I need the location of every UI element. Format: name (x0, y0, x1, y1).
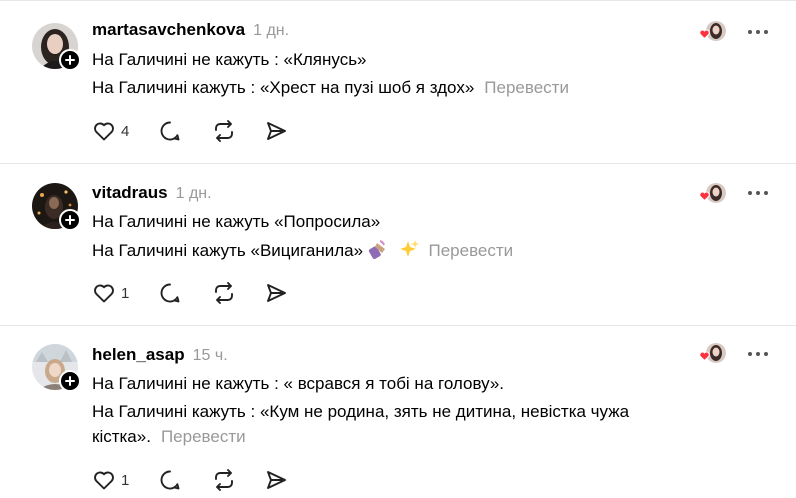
repost-button[interactable] (212, 467, 236, 493)
repost-button[interactable] (212, 280, 236, 306)
timestamp[interactable]: 15 ч. (193, 347, 228, 365)
liked-by-avatar-heart-icon (699, 183, 726, 203)
more-horizontal-icon (748, 191, 768, 195)
post-header: helen_asap 15 ч. (92, 345, 228, 369)
post-text-line: На Галичині не кажуть : «Клянусь» (92, 50, 367, 69)
more-button[interactable] (744, 344, 772, 364)
post-helen_asap: helen_asap 15 ч. На Галичині не кажуть :… (0, 325, 796, 498)
like-button[interactable]: 1 (92, 280, 129, 306)
username[interactable]: martasavchenkova (92, 20, 245, 40)
send-icon (267, 122, 286, 140)
username[interactable]: vitadraus (92, 183, 168, 203)
share-button[interactable] (264, 118, 288, 144)
liked-by-avatar-heart-icon (699, 21, 726, 41)
like-button[interactable]: 4 (92, 118, 129, 144)
post-text-line-with-translate: кістка». Перевести (92, 426, 246, 448)
follow-button[interactable] (59, 49, 81, 71)
avatar-container (32, 23, 81, 71)
reply-button[interactable] (158, 467, 182, 493)
translate-link[interactable]: Перевести (161, 427, 246, 446)
send-icon (267, 471, 286, 489)
plus-icon (65, 215, 75, 225)
like-count: 4 (121, 122, 130, 140)
follow-button[interactable] (59, 370, 81, 392)
follow-button[interactable] (59, 209, 81, 231)
repost-icon (215, 120, 233, 142)
post-header: vitadraus 1 дн. (92, 183, 212, 207)
post-text-line: кістка». (92, 427, 151, 446)
avatar-container (32, 183, 81, 231)
post-vitadraus: vitadraus 1 дн. На Галичині не кажуть «П… (0, 163, 796, 325)
heart-icon (94, 284, 114, 303)
action-bar: 1 (92, 280, 332, 306)
liked-by-indicator[interactable] (698, 342, 728, 366)
translate-link[interactable]: Перевести (429, 241, 514, 260)
post-martasavchenkova: martasavchenkova 1 дн. На Галичині не ка… (0, 0, 796, 163)
post-text-line: На Галичині кажуть : «Кум не родина, зят… (92, 402, 630, 421)
comment-icon (160, 283, 180, 303)
share-button[interactable] (264, 280, 288, 306)
more-button[interactable] (744, 22, 772, 42)
liked-by-indicator[interactable] (698, 20, 728, 44)
post-text-line: На Галичині кажуть «Вициганила» (92, 241, 364, 260)
share-button[interactable] (264, 467, 288, 493)
post-text-line-with-translate: На Галичині кажуть «Вициганила» Перевест… (92, 239, 513, 262)
liked-by-avatar-heart-icon (699, 343, 726, 363)
post-header: martasavchenkova 1 дн. (92, 20, 289, 44)
comment-icon (160, 121, 180, 141)
action-bar: 4 (92, 118, 332, 144)
post-text-line: На Галичині кажуть : «Хрест на пузі шоб … (92, 78, 475, 97)
post-text-line: На Галичині не кажуть : « всрався я тобі… (92, 374, 505, 393)
more-button[interactable] (744, 183, 772, 203)
nail-polish-emoji (368, 240, 385, 259)
timestamp[interactable]: 1 дн. (253, 22, 289, 40)
reply-button[interactable] (158, 118, 182, 144)
repost-button[interactable] (212, 118, 236, 144)
heart-icon (94, 471, 114, 490)
heart-icon (94, 122, 114, 141)
liked-by-indicator[interactable] (698, 182, 728, 206)
plus-icon (65, 55, 75, 65)
timestamp[interactable]: 1 дн. (176, 185, 212, 203)
sparkles-emoji (399, 240, 419, 257)
like-count: 1 (121, 471, 130, 489)
username[interactable]: helen_asap (92, 345, 185, 365)
more-horizontal-icon (748, 30, 768, 34)
action-bar: 1 (92, 467, 332, 493)
post-text-line-with-translate: На Галичині кажуть : «Хрест на пузі шоб … (92, 77, 569, 99)
more-horizontal-icon (748, 352, 768, 356)
repost-icon (215, 469, 233, 491)
translate-link[interactable]: Перевести (484, 78, 569, 97)
avatar-container (32, 344, 81, 392)
like-count: 1 (121, 284, 130, 302)
like-button[interactable]: 1 (92, 467, 129, 493)
reply-button[interactable] (158, 280, 182, 306)
comment-icon (160, 470, 180, 490)
comments-feed: martasavchenkova 1 дн. На Галичині не ка… (0, 0, 796, 498)
repost-icon (215, 282, 233, 304)
post-text-line: На Галичині не кажуть «Попросила» (92, 212, 381, 231)
send-icon (267, 284, 286, 302)
plus-icon (65, 376, 75, 386)
